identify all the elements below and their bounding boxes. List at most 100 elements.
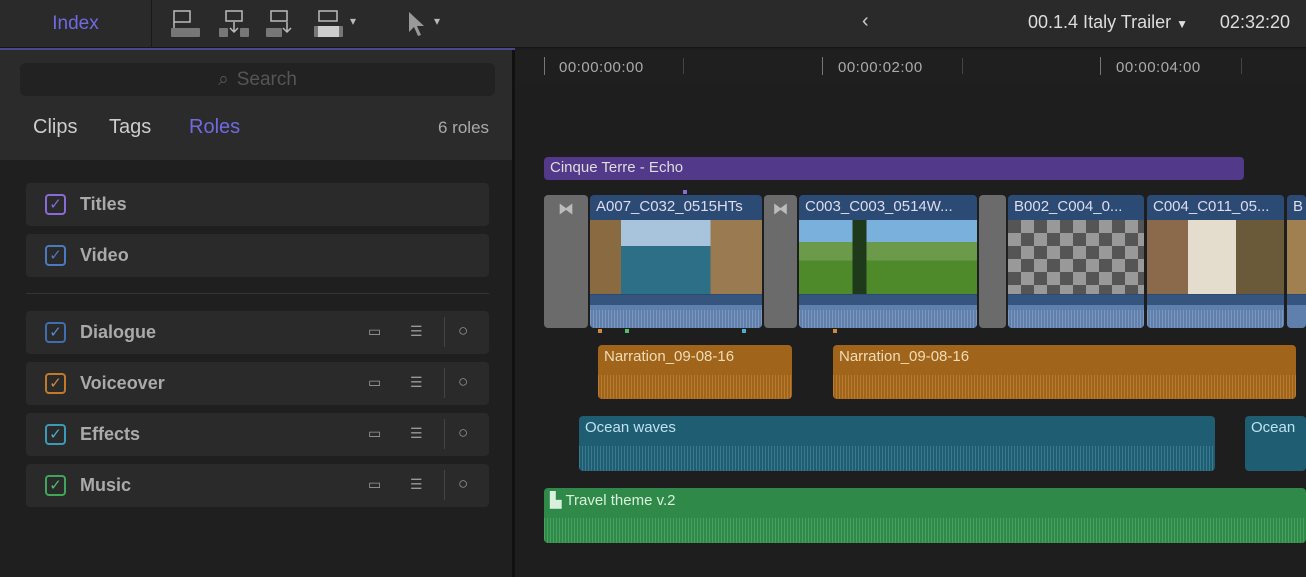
connection-marker bbox=[683, 190, 687, 194]
effects-clip[interactable]: Ocean waves bbox=[579, 416, 1215, 471]
focus-circle-icon[interactable]: ○ bbox=[458, 423, 468, 443]
timecode: 02:32:20 bbox=[1220, 12, 1290, 33]
audio-waveform bbox=[1287, 295, 1306, 328]
video-clip[interactable]: B002_C004_0... bbox=[1008, 195, 1144, 328]
project-name: 00.1.4 Italy Trailer bbox=[1028, 12, 1171, 32]
search-icon: ⌕ bbox=[218, 69, 229, 91]
ruler-tick bbox=[822, 57, 823, 75]
lane-icon[interactable]: ▭ bbox=[368, 476, 381, 493]
role-label: Music bbox=[80, 475, 131, 496]
cross-dissolve-transition[interactable]: ⧓ bbox=[764, 195, 797, 328]
project-name-menu[interactable]: 00.1.4 Italy Trailer ▼ bbox=[1028, 12, 1188, 33]
title-clip[interactable]: Cinque Terre - Echo bbox=[544, 157, 1244, 180]
video-clip[interactable]: B bbox=[1287, 195, 1306, 328]
clip-label: B bbox=[1293, 198, 1303, 215]
voiceover-clip[interactable]: Narration_09-08-16 bbox=[833, 345, 1296, 399]
clip-label: Narration_09-08-16 bbox=[839, 348, 969, 365]
transition-icon: ⧓ bbox=[558, 199, 574, 219]
clip-label: C004_C011_05... bbox=[1153, 198, 1269, 215]
search-placeholder: Search bbox=[237, 69, 297, 91]
clip-label: B002_C004_0... bbox=[1014, 198, 1122, 215]
effects-clip[interactable]: Ocean bbox=[1245, 416, 1306, 471]
search-input[interactable]: ⌕ Search bbox=[20, 63, 495, 96]
role-count: 6 roles bbox=[438, 118, 489, 138]
divider bbox=[26, 293, 489, 294]
voiceover-clip[interactable]: Narration_09-08-16 bbox=[598, 345, 792, 399]
connect-clip-icon[interactable] bbox=[170, 10, 202, 38]
subroles-icon[interactable]: ☰ bbox=[410, 476, 423, 493]
separator bbox=[444, 419, 445, 449]
audio-waveform bbox=[590, 295, 762, 328]
subroles-icon[interactable]: ☰ bbox=[410, 374, 423, 391]
index-button[interactable]: Index bbox=[0, 0, 152, 48]
role-row-music[interactable]: ✓ Music ▭ ☰ ○ bbox=[26, 464, 489, 507]
tool-chevron-icon[interactable]: ▾ bbox=[434, 14, 440, 28]
role-checkbox[interactable]: ✓ bbox=[45, 373, 66, 394]
video-clip[interactable]: A007_C032_0515HTs bbox=[590, 195, 762, 328]
role-row-video[interactable]: ✓ Video bbox=[26, 234, 489, 277]
clip-label: ▙ Travel theme v.2 bbox=[550, 491, 676, 509]
role-checkbox[interactable]: ✓ bbox=[45, 322, 66, 343]
lane-icon[interactable]: ▭ bbox=[368, 374, 381, 391]
tab-tags[interactable]: Tags bbox=[109, 116, 151, 139]
clip-thumbnail bbox=[1008, 220, 1144, 294]
role-label: Effects bbox=[80, 424, 140, 445]
ruler-label: 00:00:02:00 bbox=[838, 59, 923, 76]
clip-label: Cinque Terre - Echo bbox=[550, 159, 683, 176]
subroles-icon[interactable]: ☰ bbox=[410, 425, 423, 442]
separator bbox=[444, 368, 445, 398]
video-clip[interactable]: C004_C011_05... bbox=[1147, 195, 1284, 328]
insert-clip-icon[interactable] bbox=[218, 10, 250, 38]
chevron-down-icon: ▼ bbox=[1176, 17, 1188, 31]
ruler-tick bbox=[683, 58, 684, 74]
connection-marker bbox=[598, 329, 602, 333]
music-clip-name: Travel theme v.2 bbox=[565, 492, 675, 509]
lane-icon[interactable]: ▭ bbox=[368, 323, 381, 340]
clip-label: C003_C003_0514W... bbox=[805, 198, 953, 215]
ruler-label: 00:00:04:00 bbox=[1116, 59, 1201, 76]
audio-waveform bbox=[799, 295, 977, 328]
clip-thumbnail bbox=[1287, 220, 1306, 294]
edit-options-chevron-icon[interactable]: ▾ bbox=[350, 14, 356, 28]
tab-roles[interactable]: Roles bbox=[189, 116, 240, 139]
clip-label: Narration_09-08-16 bbox=[604, 348, 734, 365]
lane-icon[interactable]: ▭ bbox=[368, 425, 381, 442]
clip-thumbnail bbox=[1147, 220, 1284, 294]
role-row-titles[interactable]: ✓Titles bbox=[26, 183, 489, 226]
tab-clips[interactable]: Clips bbox=[33, 116, 77, 139]
role-checkbox[interactable]: ✓ bbox=[45, 194, 66, 215]
role-checkbox[interactable]: ✓ bbox=[45, 245, 66, 266]
video-clip[interactable]: C003_C003_0514W... bbox=[799, 195, 977, 328]
focus-circle-icon[interactable]: ○ bbox=[458, 321, 468, 341]
focus-circle-icon[interactable]: ○ bbox=[458, 372, 468, 392]
role-label: Dialogue bbox=[80, 322, 156, 343]
ruler-label: 00:00:00:00 bbox=[559, 59, 644, 76]
connection-marker bbox=[625, 329, 629, 333]
role-checkbox[interactable]: ✓ bbox=[45, 424, 66, 445]
clip-label: A007_C032_0515HTs bbox=[596, 198, 743, 215]
subroles-icon[interactable]: ☰ bbox=[410, 323, 423, 340]
role-row-voiceover[interactable]: ✓ Voiceover ▭ ☰ ○ bbox=[26, 362, 489, 405]
ruler-tick bbox=[962, 58, 963, 74]
cross-dissolve-transition[interactable]: ⧓ bbox=[544, 195, 588, 328]
overwrite-clip-icon[interactable] bbox=[313, 10, 345, 38]
transition-icon: ⧓ bbox=[773, 199, 789, 219]
transition[interactable] bbox=[979, 195, 1006, 328]
connection-marker bbox=[742, 329, 746, 333]
focus-circle-icon[interactable]: ○ bbox=[458, 474, 468, 494]
clip-thumbnail bbox=[799, 220, 977, 294]
role-label: Video bbox=[80, 245, 129, 266]
back-arrow-icon[interactable]: ‹ bbox=[862, 10, 869, 33]
compound-clip-icon: ▙ bbox=[550, 492, 562, 509]
audio-waveform bbox=[1008, 295, 1144, 328]
select-tool-icon[interactable] bbox=[405, 10, 427, 38]
audio-waveform bbox=[1147, 295, 1284, 328]
separator bbox=[444, 317, 445, 347]
append-clip-icon[interactable] bbox=[265, 10, 297, 38]
role-row-effects[interactable]: ✓ Effects ▭ ☰ ○ bbox=[26, 413, 489, 456]
role-checkbox[interactable]: ✓ bbox=[45, 475, 66, 496]
music-clip[interactable]: ▙ Travel theme v.2 bbox=[544, 488, 1306, 543]
role-label: Voiceover bbox=[80, 373, 165, 394]
role-row-dialogue[interactable]: ✓ Dialogue ▭ ☰ ○ bbox=[26, 311, 489, 354]
clip-thumbnail bbox=[590, 220, 762, 294]
